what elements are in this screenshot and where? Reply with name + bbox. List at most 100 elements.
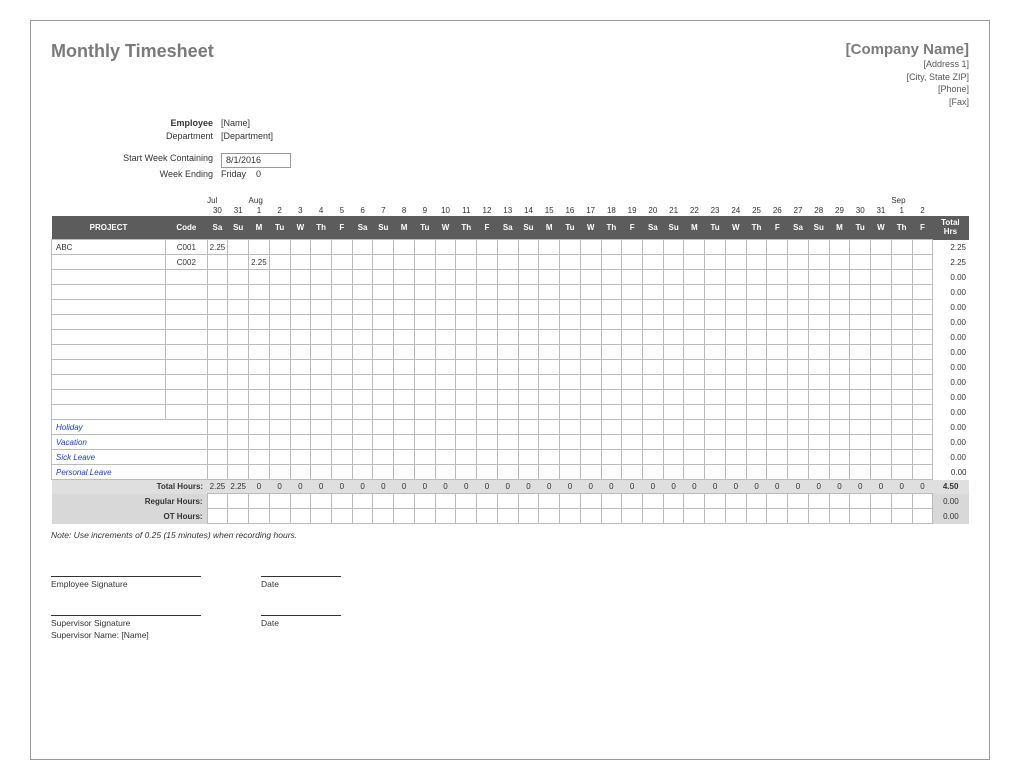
hour-cell[interactable] bbox=[601, 405, 622, 420]
hour-cell[interactable] bbox=[788, 240, 809, 255]
hour-cell[interactable] bbox=[249, 300, 270, 315]
hour-cell[interactable] bbox=[414, 240, 435, 255]
hour-cell[interactable] bbox=[767, 270, 788, 285]
ot-hours-cell[interactable] bbox=[352, 509, 373, 524]
project-cell[interactable] bbox=[52, 390, 166, 405]
hour-cell[interactable] bbox=[207, 435, 228, 450]
hour-cell[interactable] bbox=[643, 360, 664, 375]
hour-cell[interactable] bbox=[352, 315, 373, 330]
hour-cell[interactable] bbox=[788, 270, 809, 285]
hour-cell[interactable] bbox=[808, 345, 829, 360]
hour-cell[interactable] bbox=[850, 405, 871, 420]
regular-hours-cell[interactable] bbox=[228, 494, 249, 509]
code-cell[interactable]: C002 bbox=[166, 255, 207, 270]
regular-hours-cell[interactable] bbox=[290, 494, 311, 509]
hour-cell[interactable] bbox=[622, 390, 643, 405]
hour-cell[interactable] bbox=[601, 450, 622, 465]
hour-cell[interactable] bbox=[477, 360, 498, 375]
hour-cell[interactable] bbox=[891, 255, 912, 270]
hour-cell[interactable] bbox=[580, 285, 601, 300]
hour-cell[interactable] bbox=[767, 240, 788, 255]
hour-cell[interactable] bbox=[539, 285, 560, 300]
hour-cell[interactable] bbox=[414, 300, 435, 315]
hour-cell[interactable] bbox=[601, 435, 622, 450]
hour-cell[interactable] bbox=[394, 345, 415, 360]
hour-cell[interactable] bbox=[290, 390, 311, 405]
hour-cell[interactable] bbox=[269, 390, 290, 405]
hour-cell[interactable] bbox=[788, 435, 809, 450]
hour-cell[interactable] bbox=[456, 255, 477, 270]
hour-cell[interactable] bbox=[891, 405, 912, 420]
ot-hours-cell[interactable] bbox=[414, 509, 435, 524]
hour-cell[interactable] bbox=[891, 450, 912, 465]
hour-cell[interactable] bbox=[414, 345, 435, 360]
hour-cell[interactable] bbox=[808, 465, 829, 480]
hour-cell[interactable] bbox=[435, 285, 456, 300]
hour-cell[interactable] bbox=[891, 435, 912, 450]
hour-cell[interactable] bbox=[788, 450, 809, 465]
regular-hours-cell[interactable] bbox=[207, 494, 228, 509]
hour-cell[interactable] bbox=[705, 240, 726, 255]
hour-cell[interactable] bbox=[373, 465, 394, 480]
hour-cell[interactable] bbox=[290, 300, 311, 315]
hour-cell[interactable] bbox=[705, 315, 726, 330]
hour-cell[interactable] bbox=[290, 285, 311, 300]
hour-cell[interactable] bbox=[435, 315, 456, 330]
hour-cell[interactable] bbox=[725, 345, 746, 360]
ot-hours-cell[interactable] bbox=[829, 509, 850, 524]
hour-cell[interactable] bbox=[871, 330, 892, 345]
regular-hours-cell[interactable] bbox=[456, 494, 477, 509]
hour-cell[interactable]: 2.25 bbox=[249, 255, 270, 270]
hour-cell[interactable] bbox=[373, 270, 394, 285]
hour-cell[interactable] bbox=[518, 315, 539, 330]
hour-cell[interactable] bbox=[373, 300, 394, 315]
hour-cell[interactable] bbox=[539, 450, 560, 465]
hour-cell[interactable] bbox=[456, 390, 477, 405]
hour-cell[interactable] bbox=[311, 240, 332, 255]
hour-cell[interactable] bbox=[725, 375, 746, 390]
hour-cell[interactable] bbox=[311, 345, 332, 360]
hour-cell[interactable] bbox=[352, 345, 373, 360]
hour-cell[interactable] bbox=[622, 285, 643, 300]
hour-cell[interactable] bbox=[580, 405, 601, 420]
hour-cell[interactable] bbox=[663, 465, 684, 480]
hour-cell[interactable] bbox=[290, 315, 311, 330]
hour-cell[interactable] bbox=[850, 270, 871, 285]
hour-cell[interactable] bbox=[539, 345, 560, 360]
hour-cell[interactable] bbox=[414, 375, 435, 390]
hour-cell[interactable] bbox=[539, 420, 560, 435]
hour-cell[interactable] bbox=[311, 315, 332, 330]
code-cell[interactable] bbox=[166, 405, 207, 420]
hour-cell[interactable] bbox=[414, 420, 435, 435]
hour-cell[interactable] bbox=[352, 360, 373, 375]
hour-cell[interactable] bbox=[249, 375, 270, 390]
hour-cell[interactable] bbox=[290, 255, 311, 270]
hour-cell[interactable] bbox=[746, 450, 767, 465]
hour-cell[interactable] bbox=[456, 315, 477, 330]
hour-cell[interactable] bbox=[477, 255, 498, 270]
hour-cell[interactable] bbox=[269, 450, 290, 465]
hour-cell[interactable] bbox=[394, 240, 415, 255]
hour-cell[interactable] bbox=[394, 300, 415, 315]
hour-cell[interactable] bbox=[456, 450, 477, 465]
regular-hours-cell[interactable] bbox=[684, 494, 705, 509]
ot-hours-cell[interactable] bbox=[684, 509, 705, 524]
hour-cell[interactable] bbox=[705, 390, 726, 405]
ot-hours-cell[interactable] bbox=[207, 509, 228, 524]
hour-cell[interactable] bbox=[580, 465, 601, 480]
hour-cell[interactable] bbox=[394, 435, 415, 450]
hour-cell[interactable] bbox=[456, 375, 477, 390]
supervisor-signature-line[interactable]: Supervisor Signature bbox=[51, 615, 201, 628]
hour-cell[interactable] bbox=[808, 405, 829, 420]
hour-cell[interactable] bbox=[331, 285, 352, 300]
hour-cell[interactable] bbox=[207, 330, 228, 345]
hour-cell[interactable] bbox=[518, 270, 539, 285]
hour-cell[interactable] bbox=[518, 390, 539, 405]
hour-cell[interactable] bbox=[580, 315, 601, 330]
project-cell[interactable] bbox=[52, 255, 166, 270]
project-cell[interactable] bbox=[52, 345, 166, 360]
hour-cell[interactable] bbox=[207, 255, 228, 270]
hour-cell[interactable] bbox=[767, 330, 788, 345]
hour-cell[interactable] bbox=[788, 300, 809, 315]
hour-cell[interactable] bbox=[850, 300, 871, 315]
